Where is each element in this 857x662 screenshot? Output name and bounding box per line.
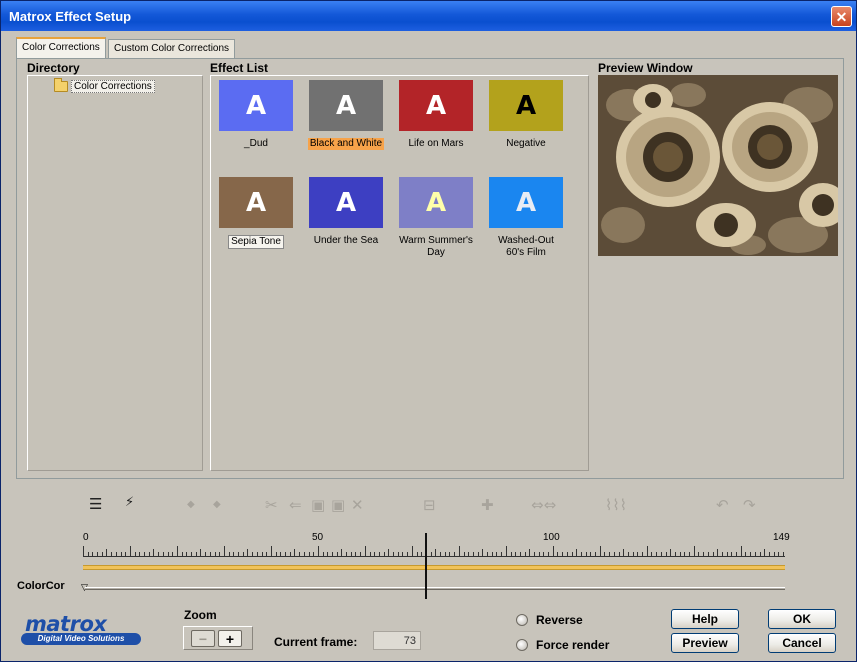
effect-thumbnail: A bbox=[489, 177, 563, 228]
previous-keyframe-icon[interactable]: ◆ bbox=[187, 499, 195, 510]
effect-item-black-and-white[interactable]: A Black and White bbox=[306, 80, 386, 150]
track-list-icon[interactable]: ☰ bbox=[89, 495, 102, 513]
copy-icon[interactable]: ⇐ bbox=[289, 496, 302, 514]
effect-thumbnail: A bbox=[489, 80, 563, 131]
tab-color-corrections[interactable]: Color Corrections bbox=[16, 37, 106, 58]
next-keyframe-icon[interactable]: ◆ bbox=[213, 499, 221, 510]
keyframe-track[interactable] bbox=[85, 587, 785, 590]
effect-thumbnail: A bbox=[309, 177, 383, 228]
effect-item-warm-summers-day[interactable]: A Warm Summer's Day bbox=[396, 177, 476, 259]
effect-label: _Dud bbox=[244, 138, 268, 149]
help-button[interactable]: Help bbox=[671, 609, 739, 629]
paste-icon[interactable]: ▣ bbox=[311, 496, 325, 514]
current-frame-label: Current frame: bbox=[274, 635, 358, 649]
timeline-ruler[interactable]: 0 50 100 149 bbox=[83, 532, 790, 557]
effect-label: Warm Summer's Day bbox=[399, 235, 473, 258]
window-title: Matrox Effect Setup bbox=[9, 8, 132, 24]
reverse-option[interactable]: Reverse bbox=[516, 613, 583, 627]
effect-thumbnail: A bbox=[219, 177, 293, 228]
zoom-in-button[interactable]: + bbox=[218, 630, 242, 647]
ruler-label: 50 bbox=[312, 532, 324, 543]
effect-thumbnail: A bbox=[309, 80, 383, 131]
undo-icon[interactable]: ↶ bbox=[716, 496, 729, 514]
ruler-label: 149 bbox=[773, 532, 790, 543]
effect-item-washed-out-60s-film[interactable]: A Washed-Out 60's Film bbox=[486, 177, 566, 259]
effect-label: Life on Mars bbox=[408, 138, 464, 149]
reverse-radio[interactable] bbox=[516, 614, 528, 626]
sunflower-sepia-image bbox=[598, 75, 838, 256]
matrox-logo: matrox Digital Video Solutions bbox=[21, 612, 147, 648]
effect-item-life-on-mars[interactable]: A Life on Mars bbox=[396, 80, 476, 150]
force-render-option[interactable]: Force render bbox=[516, 638, 609, 652]
snap-icon[interactable]: ⚡ bbox=[125, 495, 134, 510]
effect-label: Washed-Out 60's Film bbox=[498, 235, 554, 258]
ruler-ticks bbox=[83, 546, 785, 557]
interpolation-icon[interactable]: ⇔⇔ bbox=[531, 496, 556, 514]
redo-icon[interactable]: ↷ bbox=[743, 496, 756, 514]
delete-icon[interactable]: ✕ bbox=[351, 496, 364, 514]
effect-item-sepia-tone[interactable]: A Sepia Tone bbox=[216, 177, 296, 249]
effect-track-bar[interactable] bbox=[83, 565, 785, 570]
close-button[interactable]: ✕ bbox=[831, 6, 852, 27]
effect-label: Negative bbox=[506, 138, 546, 149]
close-icon: ✕ bbox=[835, 8, 848, 25]
preview-window-heading: Preview Window bbox=[598, 61, 693, 75]
curve-icon[interactable]: ⌇⌇⌇ bbox=[605, 496, 627, 514]
zoom-label: Zoom bbox=[184, 608, 217, 622]
logo-tagline: Digital Video Solutions bbox=[21, 633, 141, 645]
directory-tree[interactable]: Color Corrections bbox=[27, 75, 203, 471]
effect-list: A _Dud A Black and White A Life on Mars … bbox=[210, 75, 589, 471]
effect-list-heading: Effect List bbox=[210, 61, 269, 75]
folder-icon bbox=[54, 78, 68, 92]
matrox-effect-setup-window: Matrox Effect Setup ✕ Color Corrections … bbox=[0, 0, 857, 662]
current-frame-field[interactable]: 73 bbox=[373, 631, 421, 650]
ruler-label: 0 bbox=[83, 532, 89, 543]
effect-thumbnail: A bbox=[399, 177, 473, 228]
effect-thumbnail: A bbox=[399, 80, 473, 131]
force-render-label: Force render bbox=[536, 638, 610, 652]
directory-item-color-corrections[interactable]: Color Corrections bbox=[54, 78, 155, 93]
title-bar: Matrox Effect Setup ✕ bbox=[1, 1, 856, 31]
effect-thumbnail: A bbox=[219, 80, 293, 131]
preview-button[interactable]: Preview bbox=[671, 633, 739, 653]
zoom-controls: − + bbox=[183, 626, 253, 650]
paste-special-icon[interactable]: ▣ bbox=[331, 496, 345, 514]
tab-custom-color-corrections[interactable]: Custom Color Corrections bbox=[108, 39, 236, 58]
tab-panel: Directory Color Corrections Effect List … bbox=[16, 58, 844, 479]
fit-icon[interactable]: ⊟ bbox=[423, 496, 436, 514]
effect-label: Under the Sea bbox=[313, 235, 379, 246]
preview-image bbox=[598, 75, 838, 256]
ok-button[interactable]: OK bbox=[768, 609, 836, 629]
cancel-button[interactable]: Cancel bbox=[768, 633, 836, 653]
add-keyframe-icon[interactable]: ✚ bbox=[481, 496, 494, 514]
effect-item-negative[interactable]: A Negative bbox=[486, 80, 566, 150]
ruler-label: 100 bbox=[543, 532, 560, 543]
directory-item-label: Color Corrections bbox=[71, 80, 155, 93]
directory-heading: Directory bbox=[27, 61, 80, 75]
cut-icon[interactable]: ✂ bbox=[265, 496, 278, 514]
track-label: ColorCor bbox=[17, 580, 65, 592]
timeline-area: ☰ ⚡ ◆ ◆ ✂ ⇐ ▣ ▣ ✕ ⊟ ✚ ⇔⇔ ⌇⌇⌇ ↶ ↷ 0 50 10… bbox=[1, 481, 856, 661]
reverse-label: Reverse bbox=[536, 613, 583, 627]
effect-item-dud[interactable]: A _Dud bbox=[216, 80, 296, 150]
effect-label: Black and White bbox=[307, 138, 385, 150]
timeline-cursor[interactable] bbox=[425, 533, 427, 599]
force-render-radio[interactable] bbox=[516, 639, 528, 651]
zoom-out-button[interactable]: − bbox=[191, 630, 215, 647]
effect-label: Sepia Tone bbox=[228, 235, 284, 249]
effect-item-under-the-sea[interactable]: A Under the Sea bbox=[306, 177, 386, 247]
